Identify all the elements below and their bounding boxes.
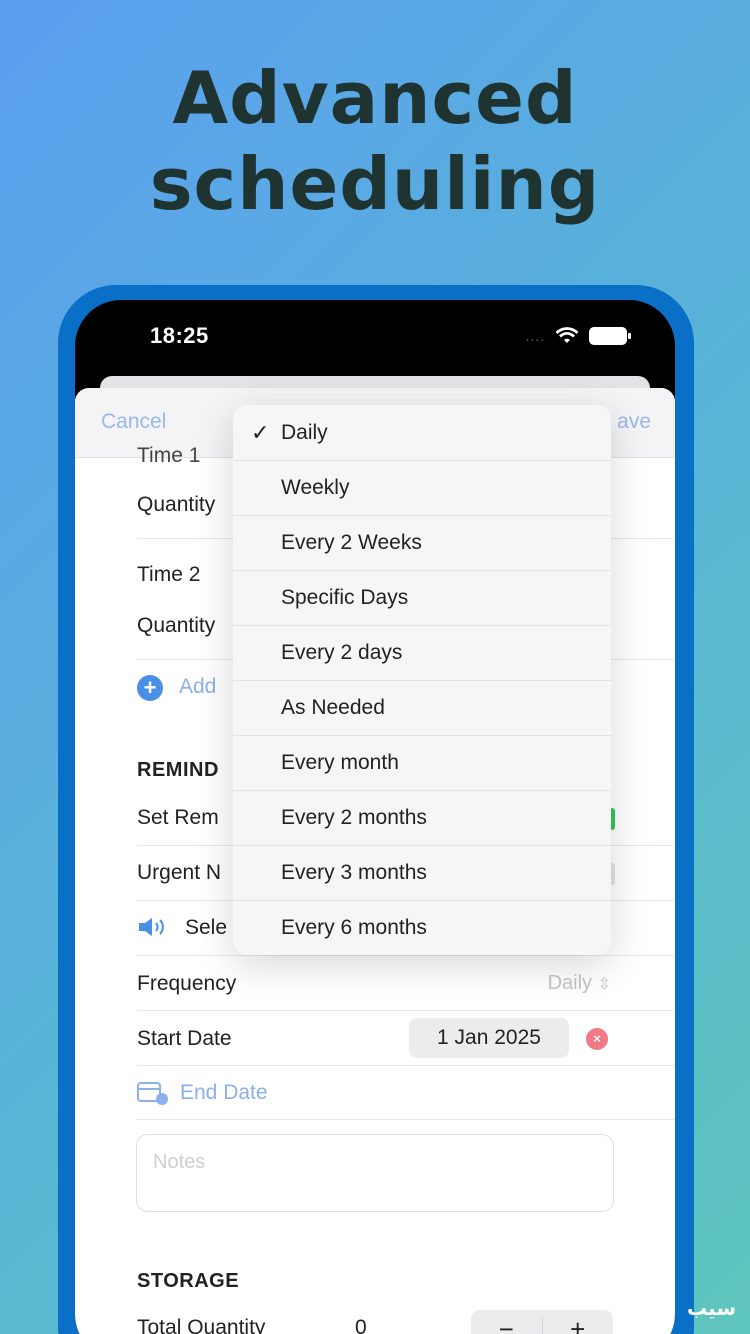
calendar-icon — [137, 1082, 168, 1105]
checkmark-icon: ✓ — [251, 420, 270, 445]
decrement-button[interactable]: − — [471, 1310, 542, 1334]
urgent-notification-label: Urgent N — [137, 861, 222, 884]
set-reminder-label: Set Rem — [137, 806, 219, 829]
wifi-icon — [555, 327, 579, 343]
storage-section-header: STORAGE — [137, 1270, 240, 1292]
divider — [137, 1065, 675, 1066]
signal-dots-icon: .... — [525, 328, 545, 344]
reminders-section-header: REMIND — [137, 759, 219, 781]
time-2-label: Time 2 — [137, 563, 201, 586]
menu-item-daily[interactable]: ✓ Daily — [233, 405, 611, 460]
frequency-label: Frequency — [137, 972, 237, 995]
add-circle-icon[interactable]: + — [137, 675, 163, 701]
cancel-button[interactable]: Cancel — [101, 410, 166, 434]
time-1-label: Time 1 — [137, 444, 201, 467]
divider — [137, 1119, 675, 1120]
select-sound-label[interactable]: Sele — [185, 916, 227, 940]
speaker-icon — [139, 918, 164, 936]
total-quantity-value: 0 — [355, 1316, 367, 1334]
headline-line-2: scheduling — [149, 142, 601, 226]
menu-item-every-2-weeks[interactable]: Every 2 Weeks — [233, 515, 611, 570]
chevron-updown-icon: ⇳ — [597, 976, 611, 993]
start-date-label: Start Date — [137, 1027, 232, 1050]
divider — [137, 955, 675, 956]
frequency-value: Daily — [547, 972, 593, 994]
start-date-picker[interactable]: 1 Jan 2025 — [409, 1018, 569, 1058]
menu-item-every-month[interactable]: Every month — [233, 735, 611, 790]
menu-item-every-2-days[interactable]: Every 2 days — [233, 625, 611, 680]
menu-item-every-2-months[interactable]: Every 2 months — [233, 790, 611, 845]
total-quantity-label: Total Quantity — [137, 1316, 266, 1334]
clear-date-icon[interactable]: × — [586, 1028, 608, 1050]
menu-item-every-3-months[interactable]: Every 3 months — [233, 845, 611, 900]
status-icons: .... — [525, 327, 631, 345]
quantity-1-label: Quantity — [137, 493, 216, 516]
menu-item-every-6-months[interactable]: Every 6 months — [233, 900, 611, 955]
menu-item-weekly[interactable]: Weekly — [233, 460, 611, 515]
add-time-button[interactable]: Add — [179, 675, 216, 699]
save-button[interactable]: ave — [617, 410, 651, 434]
watermark-logo: سیب — [686, 1296, 736, 1320]
battery-icon — [589, 327, 631, 345]
headline-line-1: Advanced — [172, 56, 578, 140]
frequency-dropdown-menu: ✓ Daily Weekly Every 2 Weeks Specific Da… — [233, 405, 611, 955]
menu-item-specific-days[interactable]: Specific Days — [233, 570, 611, 625]
quantity-2-label: Quantity — [137, 614, 216, 637]
notes-field[interactable]: Notes — [136, 1134, 614, 1212]
divider — [137, 1010, 675, 1011]
end-date-button[interactable]: End Date — [180, 1081, 268, 1105]
status-time: 18:25 — [150, 323, 209, 348]
notes-placeholder: Notes — [153, 1151, 206, 1173]
menu-item-as-needed[interactable]: As Needed — [233, 680, 611, 735]
frequency-picker[interactable]: Daily ⇳ — [548, 972, 611, 995]
headline: Advanced scheduling — [0, 55, 750, 227]
quantity-stepper[interactable]: − + — [471, 1310, 613, 1334]
increment-button[interactable]: + — [543, 1310, 614, 1334]
